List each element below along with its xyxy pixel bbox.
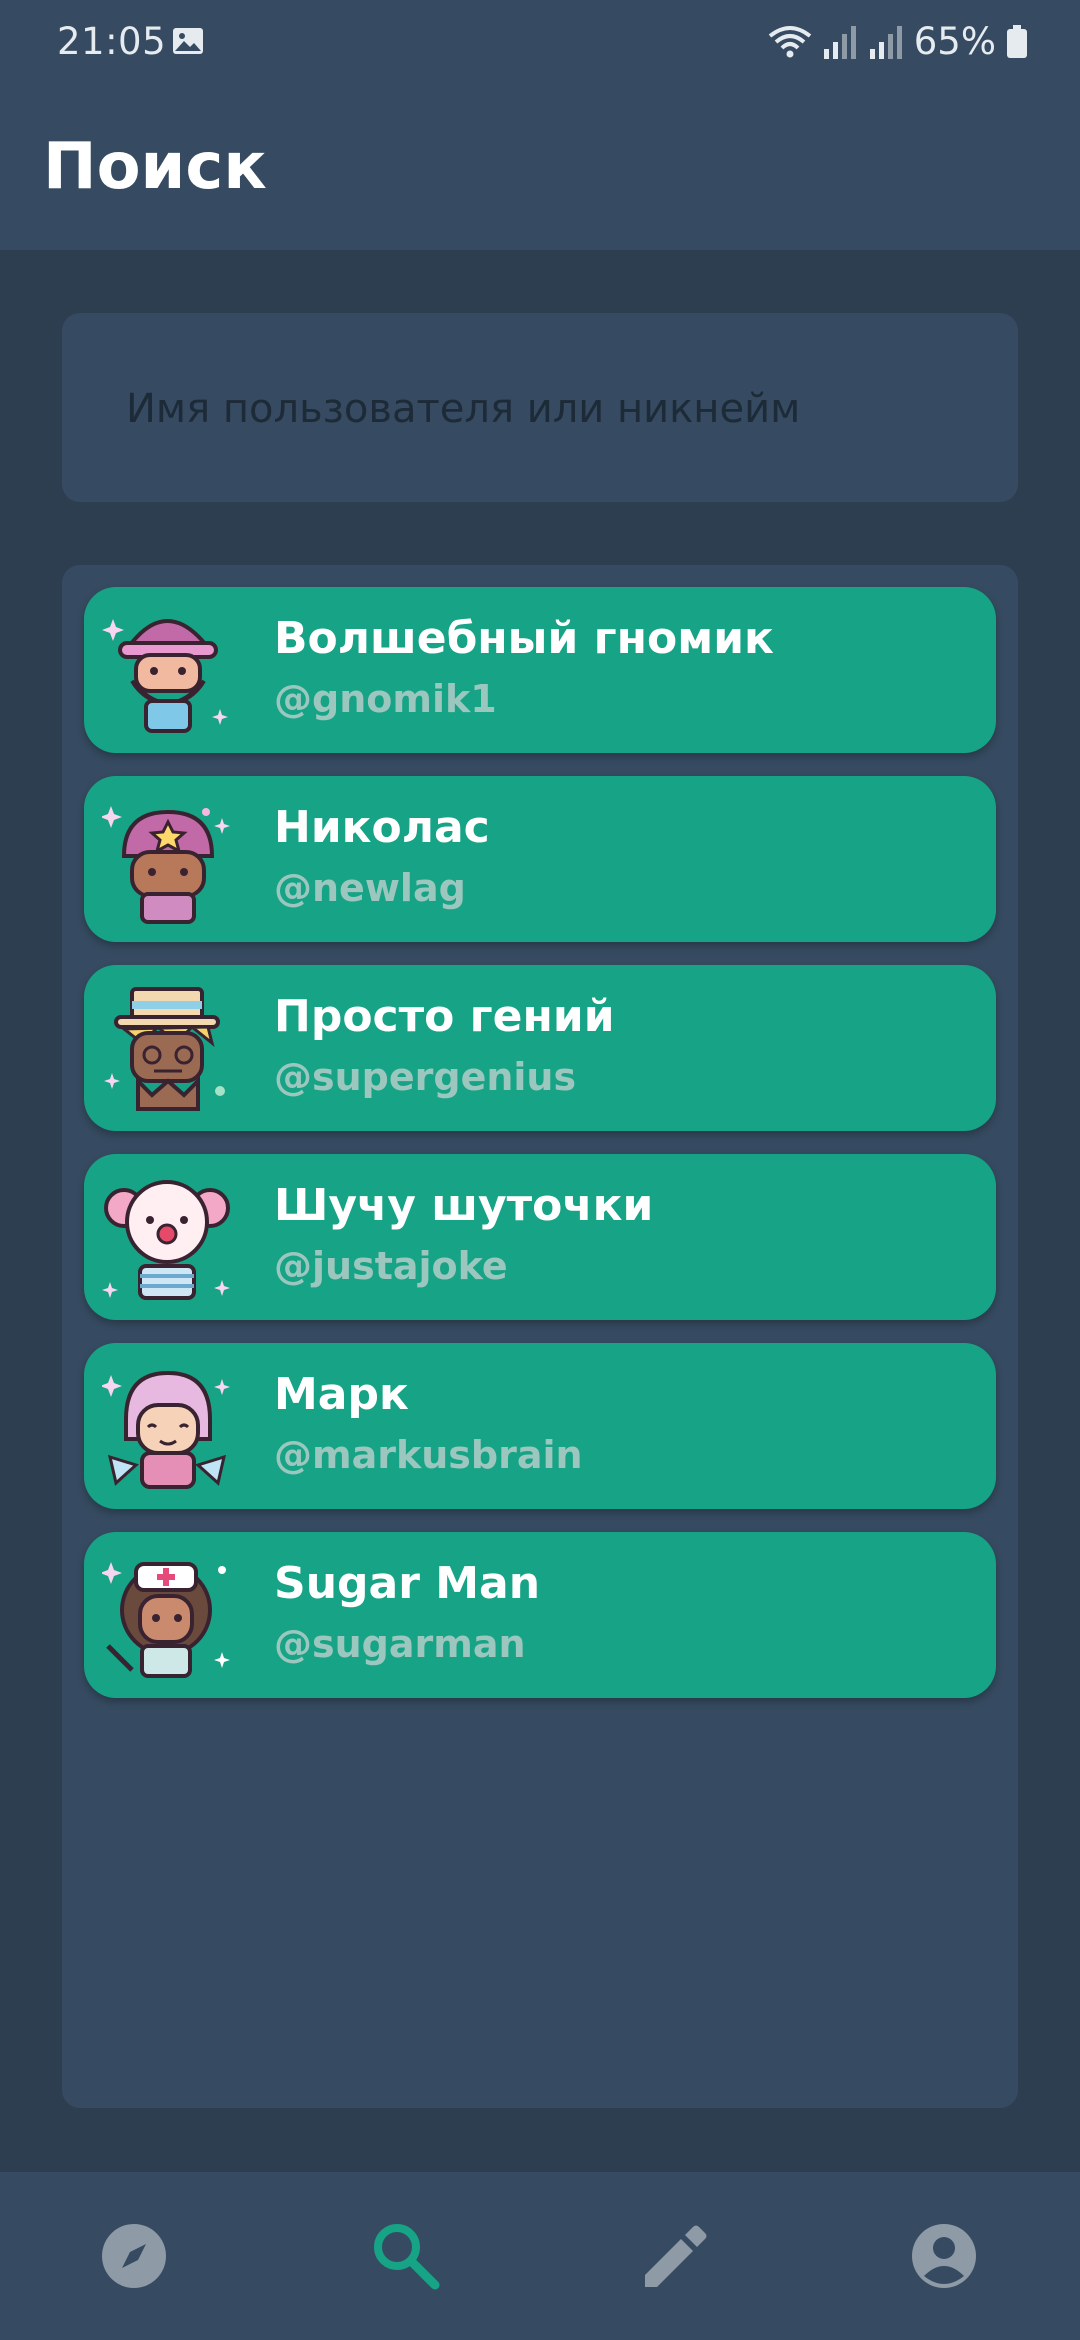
scarecrow-avatar-icon: [104, 987, 225, 1111]
nav-profile[interactable]: [884, 2196, 1004, 2316]
user-name: Просто гений: [274, 991, 615, 1042]
user-card[interactable]: Просто гений @supergenius: [84, 965, 996, 1131]
user-handle: @gnomik1: [274, 677, 497, 721]
wifi-icon: [768, 25, 811, 57]
star-hat-avatar-icon: [102, 806, 230, 924]
battery-percentage: 65%: [913, 20, 996, 63]
results-list: Волшебный гномик @gnomik1 Николас @newla…: [62, 565, 1018, 2108]
user-name: Николас: [274, 802, 490, 853]
user-card[interactable]: Шучу шуточки @justajoke: [84, 1154, 996, 1320]
nav-search[interactable]: [346, 2196, 466, 2316]
user-handle: @supergenius: [274, 1055, 577, 1099]
user-card[interactable]: Николас @newlag: [84, 776, 996, 942]
search-field[interactable]: [62, 313, 1018, 504]
user-handle: @markusbrain: [274, 1433, 583, 1477]
account-icon: [912, 2224, 976, 2288]
page-title: Поиск: [43, 130, 267, 204]
status-bar: 21:05 65%: [0, 0, 1080, 88]
signal-icon-2: [869, 25, 902, 59]
search-icon: [374, 2224, 440, 2290]
user-card[interactable]: Sugar Man @sugarman: [84, 1532, 996, 1698]
user-handle: @newlag: [274, 866, 466, 910]
clown-avatar-icon: [102, 1180, 230, 1300]
battery-icon: [1007, 24, 1027, 58]
user-name: Sugar Man: [274, 1558, 541, 1609]
bottom-navigation: [0, 2172, 1080, 2340]
nav-explore[interactable]: [74, 2196, 194, 2316]
user-handle: @justajoke: [274, 1244, 508, 1288]
pencil-icon: [645, 2225, 707, 2287]
user-handle: @sugarman: [274, 1622, 526, 1666]
image-notification-icon: [173, 28, 203, 54]
signal-icon: [823, 25, 856, 59]
user-name: Марк: [274, 1369, 409, 1420]
user-name: Шучу шуточки: [274, 1180, 654, 1231]
user-card[interactable]: Марк @markusbrain: [84, 1343, 996, 1509]
nav-create[interactable]: [614, 2196, 734, 2316]
search-input[interactable]: [124, 313, 998, 504]
compass-icon: [102, 2224, 166, 2288]
nurse-avatar-icon: [102, 1562, 230, 1678]
fairy-avatar-icon: [102, 1370, 230, 1489]
gnome-avatar-icon: [102, 619, 228, 733]
user-name: Волшебный гномик: [274, 613, 774, 664]
status-indicators: 65%: [768, 20, 1028, 63]
status-time: 21:05: [57, 20, 167, 63]
app-bar: Поиск: [0, 88, 1080, 250]
user-card[interactable]: Волшебный гномик @gnomik1: [84, 587, 996, 753]
